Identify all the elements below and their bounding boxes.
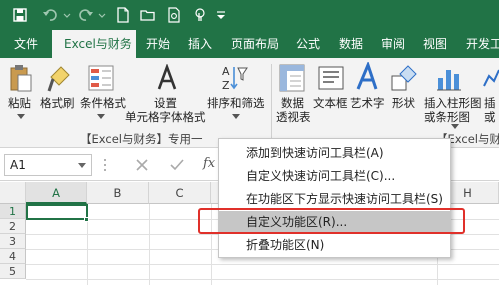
ribbon-panel: 粘贴 格式刷 条件格式 设置 单元格字体格式 A Z 排序和筛选 数据 透视表 …: [0, 58, 499, 148]
sort-filter-dropdown-icon[interactable]: [232, 114, 240, 120]
undo-dropdown-icon[interactable]: [63, 7, 71, 23]
tab-home[interactable]: 开始: [146, 30, 170, 58]
tab-file[interactable]: 文件: [14, 30, 38, 58]
bar-chart-dropdown-icon[interactable]: [451, 124, 459, 130]
customize-qat-icon[interactable]: [215, 7, 227, 23]
new-file-icon[interactable]: [115, 7, 131, 23]
group-separator: [271, 64, 272, 144]
insert-function-icon[interactable]: fx: [203, 157, 215, 171]
tab-page-layout[interactable]: 页面布局: [231, 30, 279, 58]
font-format-icon: [157, 64, 177, 90]
cancel-icon[interactable]: [135, 158, 149, 172]
touch-mode-icon[interactable]: [192, 7, 208, 23]
name-box-dropdown-icon[interactable]: [78, 163, 86, 169]
select-all-corner[interactable]: [0, 182, 26, 204]
column-header-b[interactable]: B: [87, 182, 149, 204]
row-header-5[interactable]: 5: [0, 264, 26, 279]
tab-formulas[interactable]: 公式: [296, 30, 320, 58]
conditional-format-dropdown-icon[interactable]: [97, 114, 105, 120]
paste-dropdown-icon[interactable]: [17, 114, 25, 120]
svg-text:Z: Z: [222, 79, 230, 92]
ribbon-context-menu: 添加到快速访问工具栏(A) 自定义快速访问工具栏(C)... 在功能区下方显示快…: [218, 138, 451, 258]
column-header-a[interactable]: A: [26, 182, 87, 204]
line-chart-icon: [483, 69, 499, 87]
tab-developer[interactable]: 开发工: [466, 30, 499, 58]
menu-item-collapse-ribbon[interactable]: 折叠功能区(N): [219, 234, 450, 257]
wordart-icon: [356, 62, 378, 90]
column-header-c[interactable]: C: [149, 182, 211, 204]
ribbon-tabs: 文件 Excel与财务 开始 插入 页面布局 公式 数据 审阅 视图 开发工: [0, 30, 499, 58]
sort-filter-icon: A Z: [222, 65, 248, 92]
grid-line: [26, 264, 499, 265]
tab-excel-finance[interactable]: Excel与财务: [52, 30, 136, 58]
format-painter-icon: [47, 66, 70, 92]
bar-chart-icon: [437, 70, 461, 91]
row-header-3[interactable]: 3: [0, 234, 26, 249]
tab-insert[interactable]: 插入: [188, 30, 212, 58]
shapes-icon: [391, 65, 417, 91]
menu-item-add-to-qat[interactable]: 添加到快速访问工具栏(A): [219, 142, 450, 165]
save-icon[interactable]: [12, 7, 28, 23]
svg-text:A: A: [222, 65, 230, 78]
row-header-1[interactable]: 1: [0, 204, 26, 219]
row-header-4[interactable]: 4: [0, 249, 26, 264]
redo-icon[interactable]: [78, 7, 94, 23]
enter-icon[interactable]: [169, 158, 185, 172]
active-cell-a1[interactable]: [26, 204, 88, 220]
tab-review[interactable]: 审阅: [381, 30, 405, 58]
group-label-excel-finance: 【Excel与财务】专用一: [80, 132, 203, 146]
conditional-format-icon: [88, 65, 114, 91]
redo-dropdown-icon[interactable]: [98, 7, 106, 23]
textbox-icon: [318, 66, 344, 90]
tab-view[interactable]: 视图: [423, 30, 447, 58]
print-preview-icon[interactable]: [166, 7, 182, 23]
tab-data[interactable]: 数据: [339, 30, 363, 58]
menu-item-customize-qat[interactable]: 自定义快速访问工具栏(C)...: [219, 165, 450, 188]
pivot-table-icon: [279, 64, 305, 92]
fill-handle[interactable]: [84, 217, 89, 222]
open-folder-icon[interactable]: [140, 7, 156, 23]
row-header-2[interactable]: 2: [0, 219, 26, 234]
grid-line: [149, 204, 150, 285]
grid-line: [26, 279, 499, 280]
highlight-box: [198, 208, 465, 234]
title-bar: [0, 0, 499, 30]
undo-icon[interactable]: [42, 7, 58, 23]
paste-icon: [10, 65, 32, 92]
formula-bar-grip-icon: [104, 159, 106, 171]
